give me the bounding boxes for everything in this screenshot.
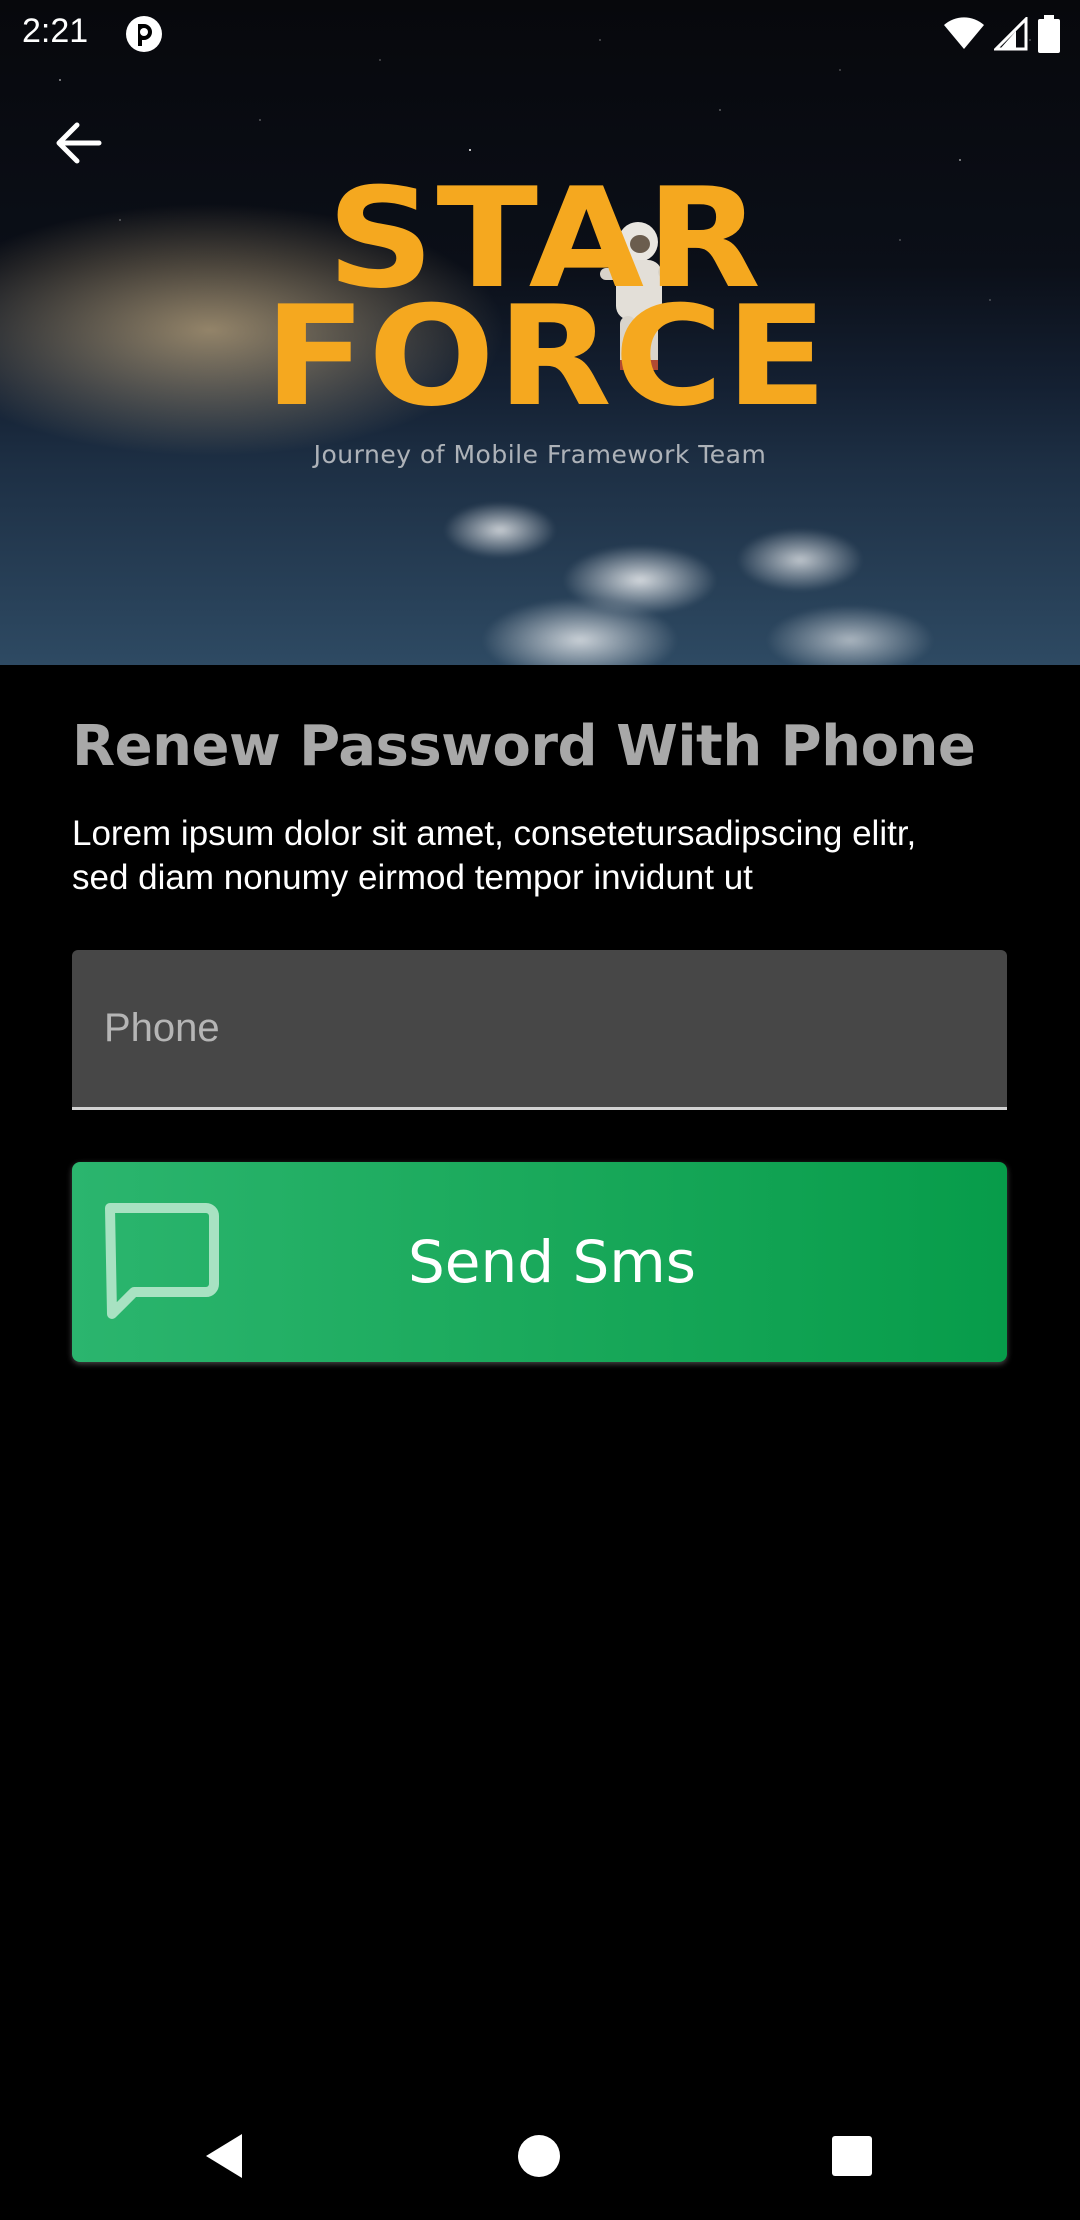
page-description: Lorem ipsum dolor sit amet, consetetursa…: [72, 814, 917, 897]
logo-tagline: Journey of Mobile Framework Team: [313, 440, 767, 469]
cell-signal-icon: [994, 17, 1028, 51]
star-force-logo: STAR FORCE: [264, 170, 827, 426]
logo-line-force: FORCE: [264, 276, 830, 437]
status-bar: 2:21: [0, 0, 1080, 66]
earth-clouds: [380, 470, 1000, 665]
circle-home-icon[interactable]: [513, 2130, 565, 2182]
navigation-bar: [0, 2090, 1080, 2220]
square-recents-icon[interactable]: [826, 2130, 878, 2182]
battery-icon: [1038, 15, 1060, 53]
page-title: Renew Password With Phone: [72, 714, 976, 779]
status-time: 2:21: [22, 12, 89, 50]
wifi-icon: [944, 17, 984, 49]
hero-banner: STAR FORCE Journey of Mobile Framework T…: [0, 0, 1080, 665]
phone-field[interactable]: [72, 950, 1007, 1110]
back-button[interactable]: [38, 108, 118, 178]
send-sms-button[interactable]: Send Sms: [72, 1162, 1007, 1362]
status-icons: [944, 14, 1060, 54]
triangle-back-icon[interactable]: [200, 2130, 252, 2182]
send-sms-label: Send Sms: [407, 1228, 697, 1296]
arrow-left-icon: [56, 122, 102, 164]
app-notification-icon: [126, 16, 162, 52]
phone-input[interactable]: [72, 950, 1007, 1107]
